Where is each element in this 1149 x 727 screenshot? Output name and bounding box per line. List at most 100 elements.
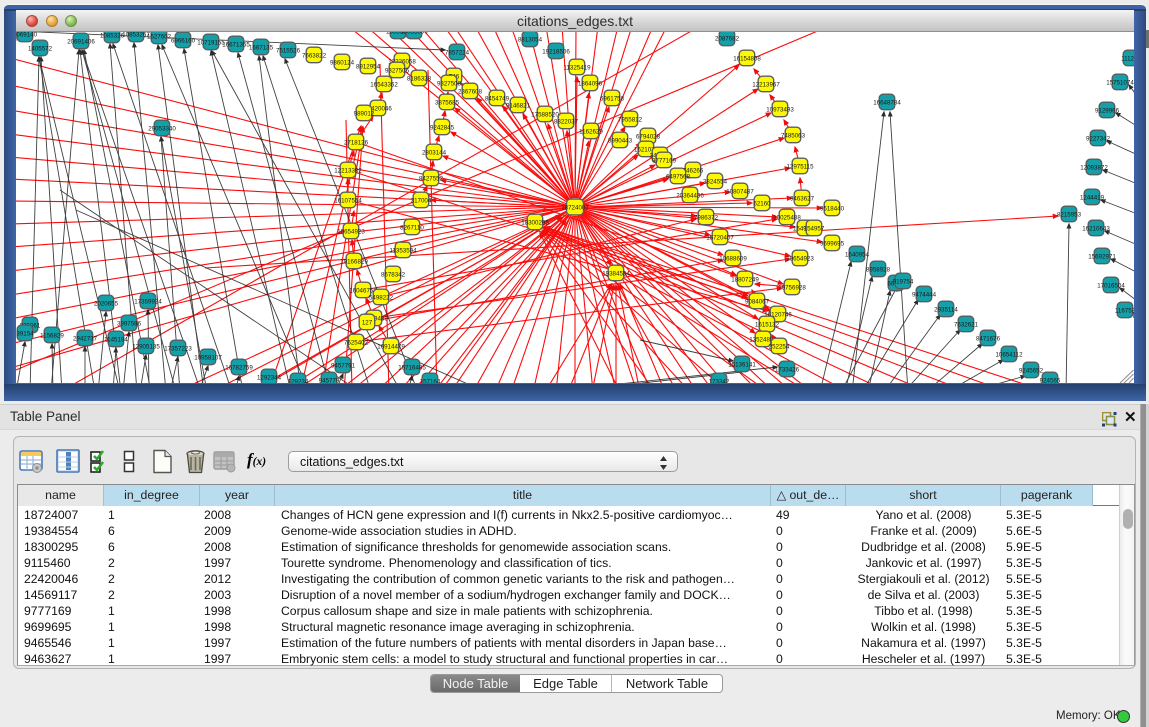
svg-text:157164: 157164 <box>420 378 441 383</box>
svg-text:7625402: 7625402 <box>344 339 369 346</box>
svg-text:10958107: 10958107 <box>194 354 222 361</box>
svg-text:127: 127 <box>362 319 373 326</box>
svg-text:3875685: 3875685 <box>435 99 460 106</box>
svg-text:16210643: 16210643 <box>1082 225 1110 232</box>
svg-text:19756928: 19756928 <box>778 284 806 291</box>
svg-text:7986372: 7986372 <box>694 214 719 221</box>
svg-text:15720407: 15720407 <box>706 234 734 241</box>
svg-text:17588520: 17588520 <box>531 111 559 118</box>
svg-text:2942737: 2942737 <box>73 335 98 342</box>
svg-text:20691406: 20691406 <box>67 38 95 45</box>
svg-text:8678342: 8678342 <box>381 271 406 278</box>
svg-text:1527602: 1527602 <box>147 33 172 40</box>
svg-text:9463627: 9463627 <box>790 195 815 202</box>
svg-text:9474444: 9474444 <box>912 291 937 298</box>
svg-text:9457791: 9457791 <box>331 362 356 369</box>
svg-text:10973493: 10973493 <box>766 106 794 113</box>
svg-text:9327506: 9327506 <box>385 67 410 74</box>
svg-text:1162629: 1162629 <box>579 128 603 135</box>
svg-text:18807249: 18807249 <box>731 276 759 283</box>
svg-text:8454749: 8454749 <box>485 95 510 102</box>
svg-text:173342: 173342 <box>709 378 730 383</box>
svg-text:12905135: 12905135 <box>132 343 160 350</box>
svg-text:7955812: 7955812 <box>618 116 643 123</box>
svg-text:8912954: 8912954 <box>356 63 381 70</box>
svg-text:16914479: 16914479 <box>377 343 405 350</box>
svg-text:2087682: 2087682 <box>715 35 740 42</box>
svg-text:12093872: 12093872 <box>1080 164 1108 171</box>
svg-text:6966160: 6966160 <box>171 37 196 44</box>
svg-text:16671355: 16671355 <box>222 41 250 48</box>
svg-text:15136141: 15136141 <box>728 361 756 368</box>
svg-text:1145194: 1145194 <box>104 336 128 343</box>
svg-text:1085326: 1085326 <box>100 32 125 39</box>
svg-text:1667135: 1667135 <box>249 44 274 51</box>
svg-text:16782759: 16782759 <box>225 364 253 371</box>
svg-text:18724007: 18724007 <box>561 204 589 211</box>
svg-text:39154: 39154 <box>16 330 34 337</box>
svg-text:8471676: 8471676 <box>976 335 1001 342</box>
svg-text:2020655: 2020655 <box>94 300 119 307</box>
svg-text:1733426: 1733426 <box>775 366 800 373</box>
svg-text:16033809: 16033809 <box>400 32 428 35</box>
svg-text:10688609: 10688609 <box>719 255 747 262</box>
svg-text:129234: 129234 <box>288 378 309 383</box>
svg-text:116753: 116753 <box>1115 307 1134 314</box>
svg-text:6961758: 6961758 <box>600 95 625 102</box>
svg-text:8813054: 8813054 <box>518 36 543 43</box>
svg-text:2803144: 2803144 <box>422 149 447 156</box>
svg-text:1244419: 1244419 <box>1080 194 1105 201</box>
svg-text:11353594: 11353594 <box>389 247 417 254</box>
svg-text:8958928: 8958928 <box>866 266 891 273</box>
svg-text:6794028: 6794028 <box>636 133 661 140</box>
svg-text:1405572: 1405572 <box>28 45 53 52</box>
svg-text:9084067: 9084067 <box>745 298 770 305</box>
svg-text:15716485: 15716485 <box>398 364 426 371</box>
svg-text:18300295: 18300295 <box>521 219 549 226</box>
svg-text:19654923: 19654923 <box>786 255 814 262</box>
svg-text:12213967: 12213967 <box>752 81 780 88</box>
svg-text:7663822: 7663822 <box>302 52 327 59</box>
svg-text:3824554: 3824554 <box>703 178 728 185</box>
svg-text:12975115: 12975115 <box>786 163 814 170</box>
svg-text:317004: 317004 <box>411 197 432 204</box>
svg-text:1156829: 1156829 <box>40 332 64 339</box>
svg-text:252254: 252254 <box>769 343 790 350</box>
svg-text:16543362: 16543362 <box>370 81 398 88</box>
svg-text:17016504: 17016504 <box>1097 282 1125 289</box>
svg-text:8822037: 8822037 <box>554 118 579 125</box>
svg-text:2367608: 2367608 <box>458 88 483 95</box>
svg-text:8990443: 8990443 <box>608 137 633 144</box>
svg-text:7857224: 7857224 <box>445 49 470 56</box>
svg-text:5498222: 5498222 <box>369 294 394 301</box>
svg-text:9227342: 9227342 <box>1086 135 1111 142</box>
svg-text:1615132: 1615132 <box>755 321 780 328</box>
svg-text:9129966: 9129966 <box>1095 107 1120 114</box>
svg-text:7632621: 7632621 <box>954 321 979 328</box>
svg-text:2935114: 2935114 <box>934 306 958 313</box>
svg-text:7485063: 7485063 <box>781 132 806 139</box>
svg-text:62160: 62160 <box>753 200 771 207</box>
svg-text:7515526: 7515526 <box>276 47 301 54</box>
svg-text:16648784: 16648784 <box>873 99 901 106</box>
svg-text:3997586: 3997586 <box>117 320 142 327</box>
svg-text:19166829: 19166829 <box>340 258 368 265</box>
svg-text:6497568: 6497568 <box>666 173 691 180</box>
svg-text:1292344: 1292344 <box>257 374 282 381</box>
svg-text:9777169: 9777169 <box>652 157 677 164</box>
svg-text:989012: 989012 <box>354 110 375 117</box>
svg-text:8427552: 8427552 <box>419 175 444 182</box>
svg-text:9146821: 9146821 <box>506 102 531 109</box>
svg-text:16154808: 16154808 <box>733 55 761 62</box>
svg-text:20364436: 20364436 <box>676 192 704 199</box>
svg-text:19654923: 19654923 <box>337 228 365 235</box>
svg-text:10654112: 10654112 <box>995 351 1023 358</box>
svg-text:8186328: 8186328 <box>407 75 432 82</box>
svg-text:9245652: 9245652 <box>1019 367 1044 374</box>
svg-text:10025488: 10025488 <box>773 214 801 221</box>
svg-text:111254: 111254 <box>1121 55 1134 62</box>
svg-text:10719155: 10719155 <box>197 39 225 46</box>
svg-text:945779: 945779 <box>319 377 340 383</box>
svg-text:919754: 919754 <box>893 278 914 285</box>
svg-text:9327508: 9327508 <box>437 80 462 87</box>
